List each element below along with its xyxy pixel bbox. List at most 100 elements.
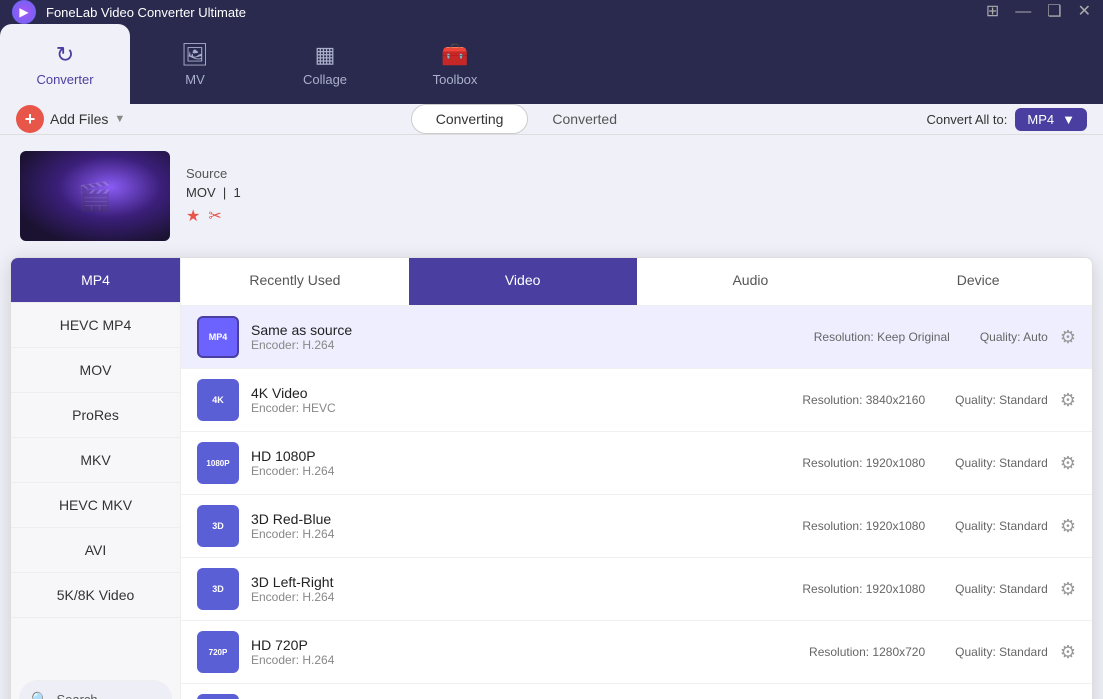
format-badge-1080p: 1080P bbox=[197, 442, 239, 484]
caption-icon[interactable]: ⊞ bbox=[986, 4, 999, 20]
source-label: Source bbox=[186, 166, 227, 181]
format-encoder: Encoder: H.264 bbox=[251, 464, 790, 478]
sidebar-item-avi[interactable]: AVI bbox=[11, 528, 180, 573]
toolbar: + Add Files ▼ Converting Converted Conve… bbox=[0, 104, 1103, 135]
list-item[interactable]: 4K 4K Video Encoder: HEVC Resolution: 38… bbox=[181, 369, 1092, 432]
settings-icon[interactable]: ⚙ bbox=[1060, 390, 1076, 411]
add-files-button[interactable]: + Add Files ▼ bbox=[16, 105, 125, 133]
maximize-button[interactable]: ❑ bbox=[1047, 4, 1061, 20]
nav-item-collage[interactable]: ▦ Collage bbox=[260, 24, 390, 104]
tab-video[interactable]: Video bbox=[409, 258, 637, 305]
settings-icon[interactable]: ⚙ bbox=[1060, 642, 1076, 663]
format-badge-4k: 4K bbox=[197, 379, 239, 421]
logo-icon: ▶ bbox=[19, 5, 28, 19]
sidebar-item-mov[interactable]: MOV bbox=[11, 348, 180, 393]
search-icon: 🔍 bbox=[31, 691, 48, 699]
list-item[interactable]: 1080P HD 1080P Encoder: H.264 Resolution… bbox=[181, 432, 1092, 495]
format-meta: Resolution: 3840x2160 Quality: Standard bbox=[802, 393, 1047, 407]
convert-all-dropdown-icon: ▼ bbox=[1062, 112, 1075, 127]
format-details: 3D Red-Blue Encoder: H.264 bbox=[251, 511, 790, 541]
list-item[interactable]: 640P 640P Encoder: H.264 Resolution: 960… bbox=[181, 684, 1092, 699]
format-quality: Quality: Standard bbox=[955, 645, 1048, 659]
star-icon[interactable]: ★ bbox=[186, 206, 200, 226]
title-bar: ▶ FoneLab Video Converter Ultimate ⊞ — ❑… bbox=[0, 0, 1103, 24]
toolbar-tabs: Converting Converted bbox=[125, 104, 926, 134]
format-meta: Resolution: 1920x1080 Quality: Standard bbox=[802, 582, 1047, 596]
format-resolution: Resolution: Keep Original bbox=[814, 330, 950, 344]
format-encoder: Encoder: H.264 bbox=[251, 527, 790, 541]
format-content: Recently Used Video Audio Device MP4 Sam… bbox=[181, 258, 1092, 699]
list-item[interactable]: MP4 Same as source Encoder: H.264 Resolu… bbox=[181, 306, 1092, 369]
file-thumbnail: 🎬 bbox=[20, 151, 170, 241]
window-controls: ⊞ — ❑ ✕ bbox=[986, 4, 1091, 20]
settings-icon[interactable]: ⚙ bbox=[1060, 327, 1076, 348]
tab-device[interactable]: Device bbox=[864, 258, 1092, 305]
format-badge-mp4: MP4 bbox=[197, 316, 239, 358]
file-info: Source MOV | 1 ★ ✂ bbox=[186, 166, 1083, 226]
format-name: 3D Red-Blue bbox=[251, 511, 790, 527]
settings-icon[interactable]: ⚙ bbox=[1060, 453, 1076, 474]
app-container: ▶ FoneLab Video Converter Ultimate ⊞ — ❑… bbox=[0, 0, 1103, 699]
tab-converted[interactable]: Converted bbox=[528, 105, 641, 133]
search-label: Search bbox=[56, 692, 97, 699]
format-name: HD 1080P bbox=[251, 448, 790, 464]
sidebar-item-prores[interactable]: ProRes bbox=[11, 393, 180, 438]
tab-converting[interactable]: Converting bbox=[411, 104, 529, 134]
size-label: 1 bbox=[233, 185, 240, 200]
sidebar-search[interactable]: 🔍 Search bbox=[19, 680, 172, 699]
nav-bar: ↻ Converter 🖼 MV ▦ Collage 🧰 Toolbox bbox=[0, 24, 1103, 104]
format-badge-3d-lr: 3D bbox=[197, 568, 239, 610]
format-name: HD 720P bbox=[251, 637, 797, 653]
format-resolution: Resolution: 3840x2160 bbox=[802, 393, 925, 407]
format-quality: Quality: Standard bbox=[955, 393, 1048, 407]
nav-item-mv[interactable]: 🖼 MV bbox=[130, 24, 260, 104]
list-item[interactable]: 3D 3D Red-Blue Encoder: H.264 Resolution… bbox=[181, 495, 1092, 558]
format-encoder: Encoder: HEVC bbox=[251, 401, 790, 415]
convert-all-select[interactable]: MP4 ▼ bbox=[1015, 108, 1087, 131]
format-meta: Resolution: 1280x720 Quality: Standard bbox=[809, 645, 1048, 659]
tab-recently-used[interactable]: Recently Used bbox=[181, 258, 409, 305]
nav-item-toolbox[interactable]: 🧰 Toolbox bbox=[390, 24, 520, 104]
format-details: HD 1080P Encoder: H.264 bbox=[251, 448, 790, 478]
nav-label-collage: Collage bbox=[303, 72, 347, 87]
sidebar-item-hevc-mkv[interactable]: HEVC MKV bbox=[11, 483, 180, 528]
nav-item-converter[interactable]: ↻ Converter bbox=[0, 24, 130, 104]
format-name: Same as source bbox=[251, 322, 802, 338]
format-quality: Quality: Auto bbox=[980, 330, 1048, 344]
app-title: FoneLab Video Converter Ultimate bbox=[46, 5, 986, 20]
toolbox-icon: 🧰 bbox=[441, 42, 468, 68]
format-panel: MP4 HEVC MP4 MOV ProRes MKV HEVC MKV AVI… bbox=[10, 257, 1093, 699]
app-logo: ▶ bbox=[12, 0, 36, 24]
list-item[interactable]: 3D 3D Left-Right Encoder: H.264 Resoluti… bbox=[181, 558, 1092, 621]
tab-audio[interactable]: Audio bbox=[637, 258, 865, 305]
list-item[interactable]: 720P HD 720P Encoder: H.264 Resolution: … bbox=[181, 621, 1092, 684]
format-details: HD 720P Encoder: H.264 bbox=[251, 637, 797, 667]
format-encoder: Encoder: H.264 bbox=[251, 590, 790, 604]
format-resolution: Resolution: 1920x1080 bbox=[802, 456, 925, 470]
format-quality: Quality: Standard bbox=[955, 582, 1048, 596]
minimize-button[interactable]: — bbox=[1015, 4, 1031, 20]
add-files-chevron: ▼ bbox=[114, 113, 125, 125]
sidebar-item-5k8k[interactable]: 5K/8K Video bbox=[11, 573, 180, 618]
format-list: MP4 Same as source Encoder: H.264 Resolu… bbox=[181, 306, 1092, 699]
scissors-icon[interactable]: ✂ bbox=[208, 206, 221, 226]
nav-label-mv: MV bbox=[185, 72, 205, 87]
add-files-label: Add Files bbox=[50, 111, 108, 127]
sidebar-item-mkv[interactable]: MKV bbox=[11, 438, 180, 483]
format-details: 3D Left-Right Encoder: H.264 bbox=[251, 574, 790, 604]
convert-all-section: Convert All to: MP4 ▼ bbox=[926, 108, 1087, 131]
format-resolution: Resolution: 1920x1080 bbox=[802, 519, 925, 533]
close-button[interactable]: ✕ bbox=[1078, 4, 1091, 20]
sidebar-item-hevc-mp4[interactable]: HEVC MP4 bbox=[11, 303, 180, 348]
settings-icon[interactable]: ⚙ bbox=[1060, 579, 1076, 600]
thumbnail-preview: 🎬 bbox=[20, 151, 170, 241]
converter-icon: ↻ bbox=[56, 42, 74, 68]
format-encoder: Encoder: H.264 bbox=[251, 653, 797, 667]
format-label: MOV bbox=[186, 185, 216, 200]
format-meta: Resolution: Keep Original Quality: Auto bbox=[814, 330, 1048, 344]
settings-icon[interactable]: ⚙ bbox=[1060, 516, 1076, 537]
content-area: 🎬 Source MOV | 1 ★ ✂ bbox=[0, 135, 1103, 699]
convert-all-label: Convert All to: bbox=[926, 112, 1007, 127]
collage-icon: ▦ bbox=[315, 42, 336, 68]
sidebar-item-mp4[interactable]: MP4 bbox=[11, 258, 180, 303]
